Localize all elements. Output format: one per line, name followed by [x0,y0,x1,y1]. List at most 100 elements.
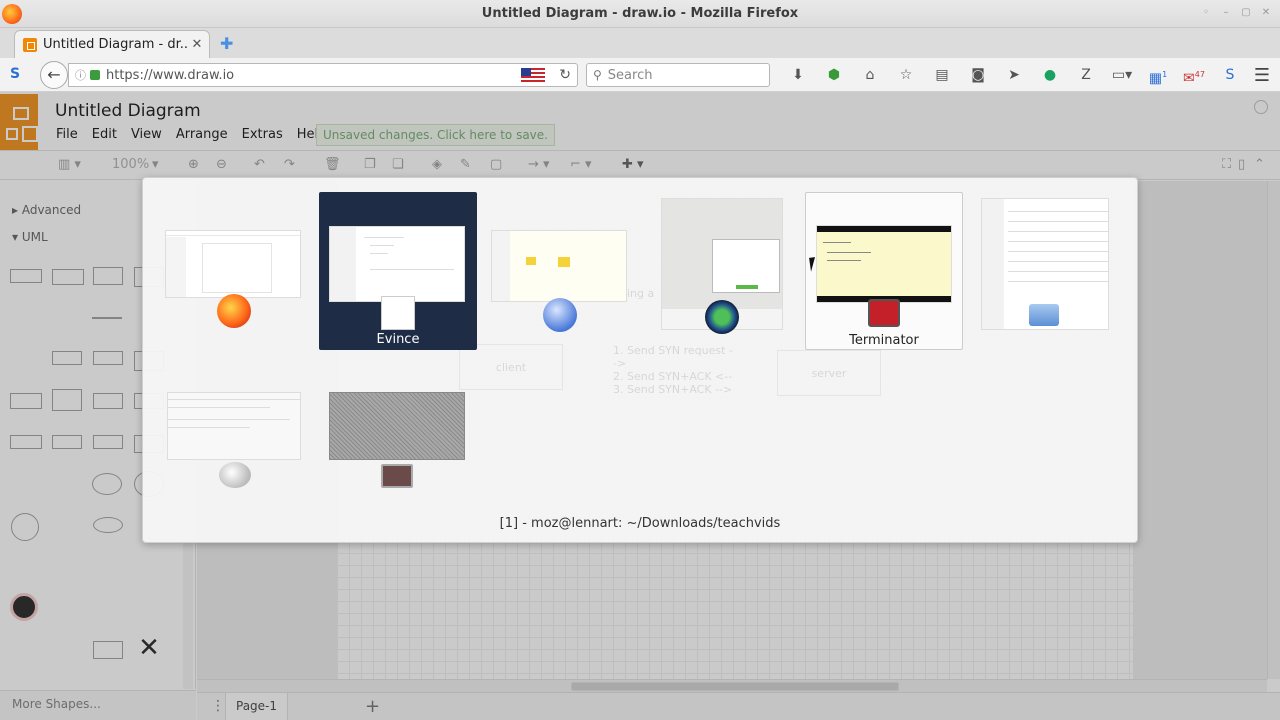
switcher-window-files[interactable] [979,198,1109,332]
window-label: Terminator [849,333,919,348]
thumb-sidebar [330,227,356,301]
notification-icon[interactable]: ✉47 [1176,66,1212,87]
pocket-icon[interactable]: ◙ [960,66,996,84]
thumb-stripe [364,237,404,238]
thumb-sidebar [492,231,510,301]
thumb-stripe [1008,211,1108,212]
window-thumbnail [329,226,465,302]
ghost-step: 2. Send SYN+ACK <-- [613,370,733,383]
switcher-window-yed[interactable] [489,226,629,334]
window-label: Evince [376,332,420,347]
window-switcher: client server 1. Send SYN request --> 2.… [142,177,1138,543]
window-thumbnail [329,392,465,460]
thumb-node [558,257,570,267]
send-icon[interactable]: ➤ [996,66,1032,84]
thumb-stripe [1008,241,1108,242]
hamburger-menu-icon[interactable]: ☰ [1254,65,1270,86]
thumb-stripe [1008,261,1108,262]
ghost-server-box: server [777,350,881,396]
window-title: Untitled Diagram - draw.io - Mozilla Fir… [481,6,799,21]
thumb-stripe [370,253,388,254]
badge-1-icon[interactable]: ▦1 [1140,66,1176,87]
thumb-node [526,257,536,265]
search-bar[interactable]: ⚲ Search [586,63,770,87]
hangouts-icon[interactable]: ● [1032,66,1068,84]
s-extension-icon[interactable]: S [10,66,28,84]
window-controls: ◦ – ▢ ✕ [1198,6,1274,20]
thumb-stripe [166,235,300,236]
window-thumbnail [491,230,627,302]
switcher-window-vnc[interactable] [329,392,465,496]
thumb-stripe [823,242,851,243]
thumb-stripe [827,252,871,253]
search-icon: ⚲ [593,68,602,82]
thumb-stripe [168,407,270,408]
reader-icon[interactable]: ▭▾ [1104,66,1140,84]
ghost-step: 1. Send SYN request --> [613,344,733,370]
tab-drawio[interactable]: Untitled Diagram - dr... ✕ [14,30,210,58]
menu-window-icon[interactable]: ◦ [1198,6,1214,20]
info-icon[interactable]: ⓘ [75,67,86,83]
evince-icon [381,296,415,330]
thumb-stripe [1008,281,1108,282]
tab-title: Untitled Diagram - dr... [43,37,189,52]
reload-icon[interactable]: ↻ [559,67,571,83]
thumb-bar [736,285,758,289]
maximize-icon[interactable]: ▢ [1238,6,1254,20]
window-thumbnail [816,225,952,303]
us-flag-icon[interactable] [521,68,546,82]
switcher-window-firefox[interactable] [165,226,305,334]
ghost-steps: 1. Send SYN request --> 2. Send SYN+ACK … [613,344,733,396]
switcher-window-evince[interactable]: Evince [319,192,477,350]
thumb-stripe [1008,231,1108,232]
thumb-stripe [827,260,861,261]
url-text[interactable]: https://www.draw.io [106,68,521,83]
screen: Untitled Diagram - draw.io - Mozilla Fir… [0,0,1280,720]
badge-count: 7 [1199,70,1205,79]
navigation-toolbar: S ← ⓘ https://www.draw.io ↻ ⚲ Search ⬇ ⬢… [0,58,1280,92]
close-icon[interactable]: ✕ [1258,6,1274,20]
new-tab-icon[interactable]: ✚ [220,34,233,53]
ghost-step: 3. Send SYN+ACK --> [613,383,733,396]
drawio-favicon-icon [23,37,37,52]
download-icon[interactable]: ⬇ [780,66,816,84]
thumb-stripe [168,419,290,420]
url-bar[interactable]: ⓘ https://www.draw.io ↻ [68,63,578,87]
skype-icon[interactable]: S [1212,66,1248,84]
thumb-sidebar [166,237,186,297]
thumb-titlebar [817,226,951,232]
mouse-cursor-icon [809,256,823,272]
switcher-window-camera[interactable] [659,196,783,334]
terminator-icon [868,299,900,327]
search-placeholder[interactable]: Search [608,68,653,83]
thumb-page [202,243,272,293]
back-button[interactable]: ← [40,61,68,89]
ghost-text: ing a [627,287,655,300]
window-thumbnail [165,230,301,298]
window-thumbnail [167,392,301,460]
toolbar-icons: ⬇ ⬢ ⌂ ☆ ▤ ◙ ➤ ● Z ▭▾ ▦1 ✉47 S [780,66,1248,87]
window-titlebar: Untitled Diagram - draw.io - Mozilla Fir… [0,0,1280,28]
firefox-icon [217,294,251,328]
thumb-stripe [1008,271,1108,272]
yed-icon [543,298,577,332]
thumb-stripe [1008,221,1108,222]
thumb-stripe [370,269,454,270]
switcher-window-terminator[interactable]: Terminator [805,192,963,350]
vnc-icon [381,464,413,488]
ghost-client-box: client [459,344,563,390]
thumb-stripe [168,427,250,428]
reading-list-icon[interactable]: ▤ [924,66,960,84]
bookmark-star-icon[interactable]: ☆ [888,66,924,84]
minimize-icon[interactable]: – [1218,6,1234,20]
extension-icon[interactable]: ⬢ [816,66,852,84]
tab-close-icon[interactable]: ✕ [189,37,205,52]
switcher-caption: [1] - moz@lennart: ~/Downloads/teachvids [499,516,781,531]
switcher-window-xchat[interactable] [165,390,305,494]
zotero-icon[interactable]: Z [1068,66,1104,84]
home-icon[interactable]: ⌂ [852,66,888,84]
thumb-stripe [168,399,300,400]
camera-icon [705,300,739,334]
lock-icon[interactable] [90,70,100,80]
tab-strip: Untitled Diagram - dr... ✕ ✚ [0,28,1280,58]
